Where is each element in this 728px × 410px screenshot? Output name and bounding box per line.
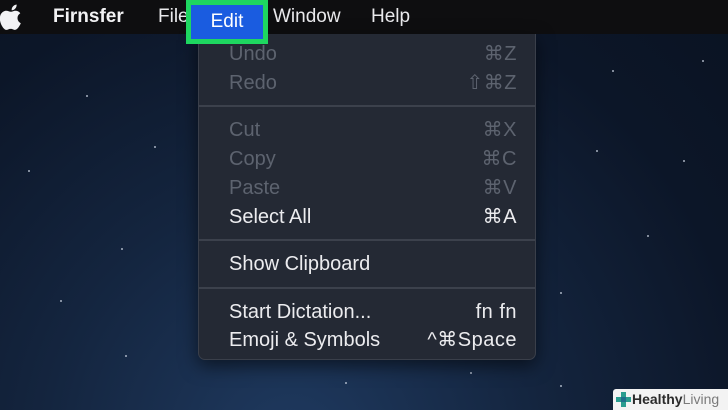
watermark-brand-light: Living: [682, 391, 720, 407]
menu-item-label: Cut: [229, 119, 261, 141]
star: [647, 235, 649, 237]
star: [125, 355, 127, 357]
menu-item-redo[interactable]: Redo ⇧⌘Z: [199, 69, 535, 97]
star: [86, 95, 88, 97]
star: [683, 160, 685, 162]
star: [121, 248, 123, 250]
menu-item-label: Redo: [229, 72, 277, 94]
menu-item-emoji-symbols[interactable]: Emoji & Symbols ^⌘Space: [199, 326, 535, 354]
edit-menu-label: Edit: [210, 11, 244, 32]
menu-bar: Firnsfer File Window Help: [0, 0, 728, 34]
star: [28, 170, 30, 172]
menu-item-undo[interactable]: Undo ⌘Z: [199, 40, 535, 68]
watermark-brand-bold: Healthy: [632, 391, 683, 407]
menu-item-show-clipboard[interactable]: Show Clipboard: [199, 250, 535, 278]
menu-item-label: Select All: [229, 206, 312, 228]
star: [345, 382, 347, 384]
menu-item-label: Start Dictation...: [229, 301, 372, 323]
menu-item-start-dictation[interactable]: Start Dictation... fn fn: [199, 298, 535, 326]
edit-dropdown-menu: Undo ⌘Z Redo ⇧⌘Z Cut ⌘X Copy ⌘C Paste ⌘V…: [198, 34, 536, 360]
menu-item-shortcut: ⌘A: [482, 206, 517, 228]
star: [560, 385, 562, 387]
menu-item-shortcut: fn fn: [475, 301, 517, 323]
menu-item-cut[interactable]: Cut ⌘X: [199, 116, 535, 144]
menu-item-label: Emoji & Symbols: [229, 329, 381, 351]
plus-logo-icon: [616, 392, 631, 407]
menu-item-label: Paste: [229, 177, 281, 199]
app-menu[interactable]: Firnsfer: [53, 0, 124, 34]
window-menu[interactable]: Window: [273, 0, 341, 34]
star: [60, 300, 62, 302]
menu-item-select-all[interactable]: Select All ⌘A: [199, 203, 535, 231]
menu-item-label: Copy: [229, 148, 276, 170]
menu-item-paste[interactable]: Paste ⌘V: [199, 174, 535, 202]
menu-item-label: Show Clipboard: [229, 253, 371, 275]
menu-item-shortcut: ⌘Z: [483, 43, 517, 65]
star: [560, 292, 562, 294]
star: [612, 70, 614, 72]
menu-item-shortcut: ^⌘Space: [427, 329, 517, 351]
menu-item-shortcut: ⌘C: [481, 148, 517, 170]
menu-item-copy[interactable]: Copy ⌘C: [199, 145, 535, 173]
menu-item-shortcut: ⌘V: [482, 177, 517, 199]
star: [470, 372, 472, 374]
file-menu[interactable]: File: [158, 0, 189, 34]
menu-separator: [199, 287, 535, 289]
menu-separator: [199, 105, 535, 107]
star: [154, 146, 156, 148]
menu-item-shortcut: ⇧⌘Z: [466, 72, 517, 94]
menu-item-shortcut: ⌘X: [482, 119, 517, 141]
menu-separator: [199, 239, 535, 241]
star: [702, 60, 704, 62]
apple-icon[interactable]: [0, 3, 24, 31]
healthy-living-watermark: HealthyLiving: [613, 389, 728, 410]
edit-menu[interactable]: Edit: [186, 0, 268, 44]
star: [596, 150, 598, 152]
help-menu[interactable]: Help: [371, 0, 410, 34]
watermark-text: HealthyLiving: [632, 389, 719, 410]
menu-item-label: Undo: [229, 43, 277, 65]
